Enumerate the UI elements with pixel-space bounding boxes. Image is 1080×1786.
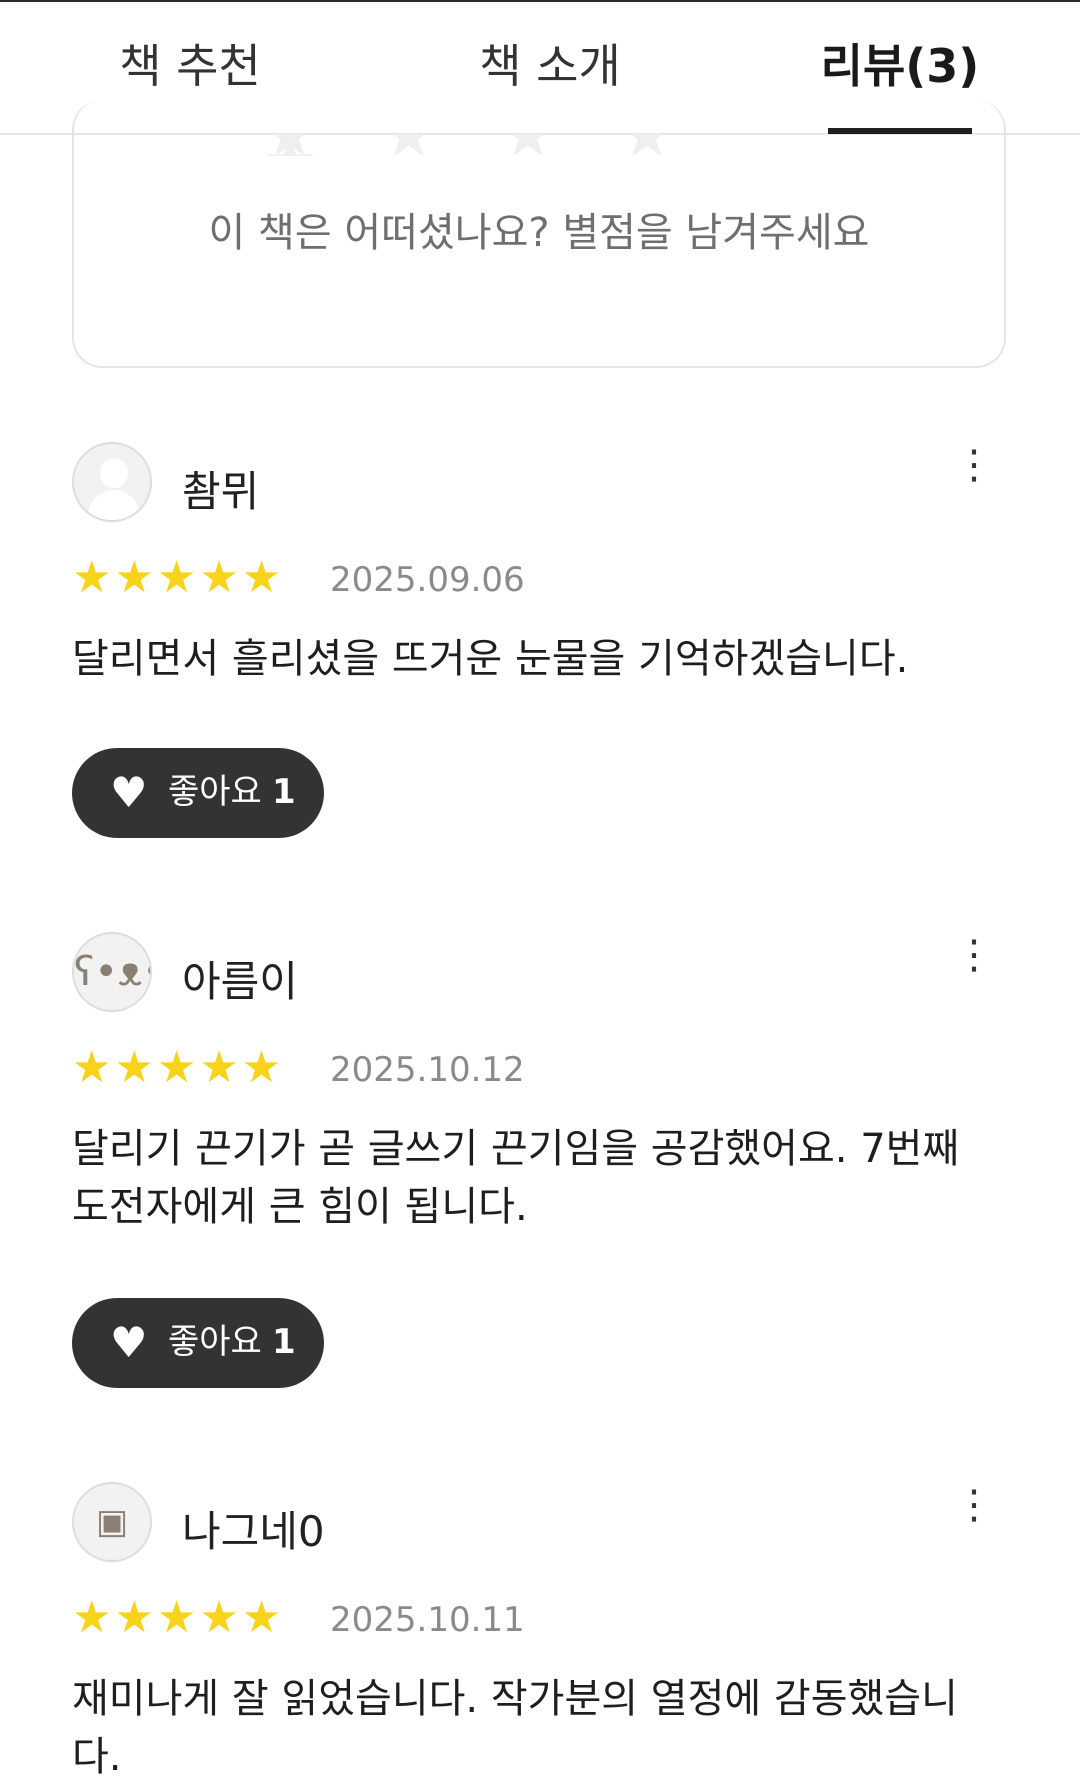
bear-avatar-icon: ʕ•ᴥ•ʔ <box>74 949 150 995</box>
review-stars: ★★★★★ <box>72 552 285 603</box>
like-count: 1 <box>272 772 296 812</box>
review-username: 나그네0 <box>182 1507 325 1556</box>
like-count: 1 <box>272 1322 296 1362</box>
review-date: 2025.09.06 <box>330 560 525 600</box>
more-vertical-icon[interactable]: ⋮ <box>954 445 994 506</box>
character-avatar-icon: ▣ <box>95 1502 129 1542</box>
like-button[interactable]: ♥ 좋아요 1 <box>72 748 324 838</box>
like-label: 좋아요 <box>168 772 262 812</box>
star-icon[interactable]: ★ <box>500 134 560 156</box>
review-text: 달리기 끈기가 곧 글쓰기 끈기임을 공감했어요. 7번째 도전자에게 큰 힘이… <box>72 1126 960 1230</box>
review-date: 2025.10.12 <box>330 1050 525 1090</box>
like-label: 좋아요 <box>168 1322 262 1362</box>
review-item: ʕ•ᴥ•ʔ 아름이 ⋮ ★★★★★ 2025.10.12 달리기 끈기가 곧 글… <box>72 932 1012 1392</box>
review-username: 촴뮈 <box>182 467 260 516</box>
star-icon[interactable]: ★ <box>381 134 441 156</box>
review-item: 촴뮈 ⋮ ★★★★★ 2025.09.06 달리면서 흘리셨을 뜨거운 눈물을 … <box>72 442 1012 842</box>
heart-icon: ♥ <box>110 1318 148 1367</box>
avatar <box>72 442 152 522</box>
star-icon[interactable]: ★ <box>262 134 322 156</box>
heart-icon: ♥ <box>110 768 148 817</box>
rating-star-picker[interactable]: ★★★★★ <box>262 134 822 156</box>
more-vertical-icon[interactable]: ⋮ <box>954 935 994 996</box>
review-text: 재미나게 잘 읽었습니다. 작가분의 열정에 감동했습니다. <box>72 1676 958 1780</box>
review-text: 달리면서 흘리셨을 뜨거운 눈물을 기억하겠습니다. <box>72 636 909 682</box>
star-icon[interactable]: ★ <box>619 134 679 156</box>
review-username: 아름이 <box>182 957 298 1006</box>
review-item: ▣ 나그네0 ⋮ ★★★★★ 2025.10.11 재미나게 잘 읽었습니다. … <box>72 1482 1012 1780</box>
avatar: ▣ <box>72 1482 152 1562</box>
more-vertical-icon[interactable]: ⋮ <box>954 1485 994 1546</box>
user-silhouette-icon <box>100 458 128 488</box>
review-stars: ★★★★★ <box>72 1592 285 1643</box>
review-stars: ★★★★★ <box>72 1042 285 1093</box>
review-date: 2025.10.11 <box>330 1600 525 1640</box>
rating-prompt: 이 책은 어떠셨나요? 별점을 남겨주세요 <box>208 210 870 256</box>
avatar: ʕ•ᴥ•ʔ <box>72 932 152 1012</box>
like-button[interactable]: ♥ 좋아요 1 <box>72 1298 324 1388</box>
